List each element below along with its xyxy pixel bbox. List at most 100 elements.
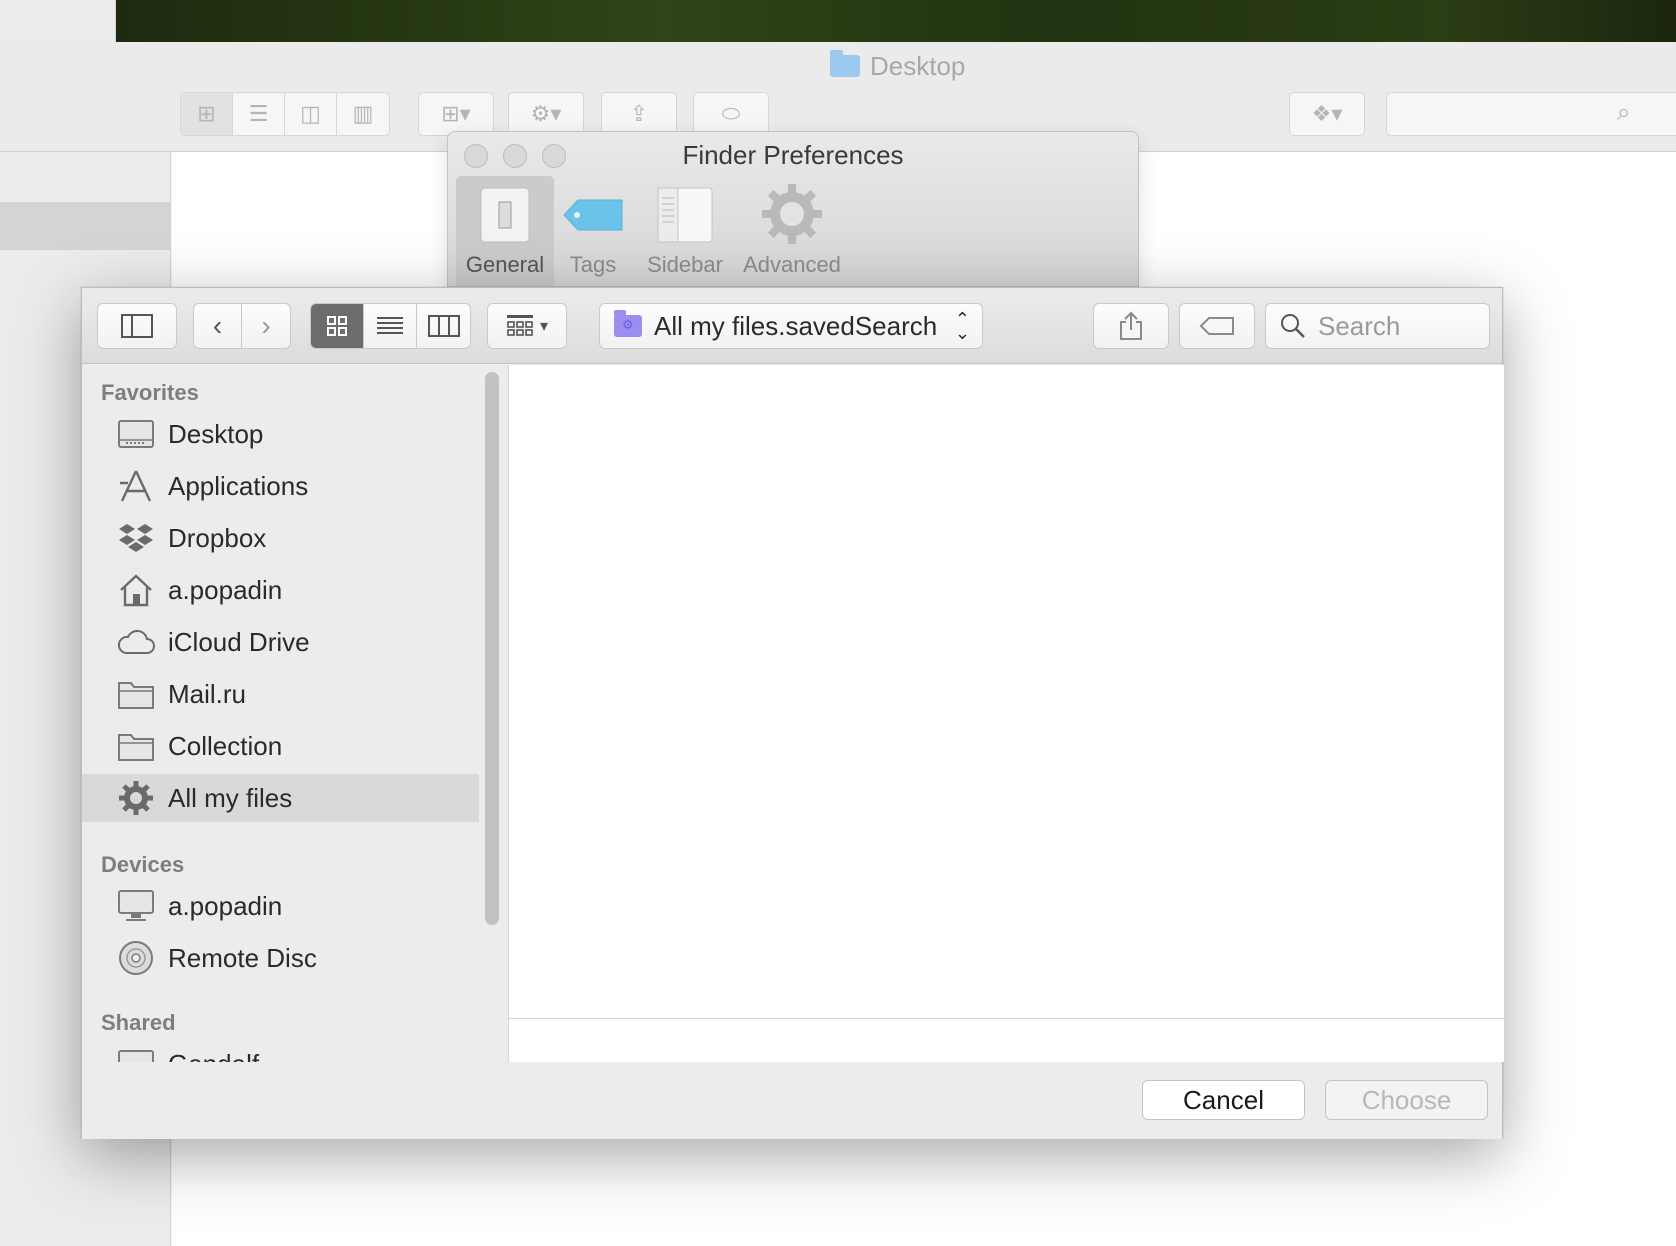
applications-icon: [117, 467, 155, 505]
sidebar-item-remote-disc[interactable]: Remote Disc: [82, 934, 479, 982]
dropbox-icon: ❖▾: [1311, 101, 1343, 126]
list-view-icon[interactable]: ☰: [233, 93, 285, 135]
choose-button[interactable]: Choose: [1325, 1080, 1488, 1120]
share-button[interactable]: [1093, 303, 1169, 349]
desktop-wallpaper: [116, 0, 1676, 42]
search-placeholder: Search: [1318, 310, 1401, 341]
sidebar-item-label: a.popadin: [168, 890, 283, 921]
sidebar-item-gandalf[interactable]: Gandalf: [82, 1040, 479, 1062]
chevron-left-icon: ‹: [212, 310, 223, 341]
general-icon: [480, 187, 530, 243]
desktop-icon: [117, 415, 155, 453]
arrange-button[interactable]: ▾: [487, 303, 567, 349]
gear-icon: [117, 779, 155, 817]
background-sidebar-selection: [0, 202, 170, 250]
chevron-down-icon: ▾: [539, 318, 549, 335]
sidebar-item-applications[interactable]: Applications: [82, 462, 479, 510]
background-window-title-text: Desktop: [870, 50, 966, 81]
sidebar-item-label: Remote Disc: [168, 942, 317, 973]
section-shared: Shared: [101, 1010, 176, 1035]
share-icon: [1120, 311, 1142, 340]
server-icon: [117, 1045, 155, 1062]
computer-icon: [117, 887, 155, 925]
up-down-arrows-icon: ⌃ ⌄: [954, 309, 970, 343]
cancel-button[interactable]: Cancel: [1142, 1080, 1305, 1120]
background-search-field[interactable]: ⌕: [1386, 92, 1676, 136]
path-popup[interactable]: All my files.savedSearch ⌃⌄: [599, 303, 983, 349]
column-view-button[interactable]: [417, 304, 470, 348]
share-icon: ⇪: [629, 101, 649, 126]
chevron-right-icon: ›: [261, 310, 271, 341]
dialog-sidebar: Favorites Desktop Applications Dropbox a…: [82, 365, 508, 1062]
tab-tags[interactable]: Tags: [554, 176, 632, 286]
icon-view-icon[interactable]: ⊞: [181, 93, 233, 135]
background-window-title: Desktop: [830, 48, 965, 84]
sidebar-item-label: Dropbox: [168, 522, 267, 553]
folder-icon: [117, 727, 155, 765]
sidebar-scrollbar[interactable]: [485, 372, 499, 925]
tag-icon: ⬭: [721, 101, 741, 126]
tab-sidebar[interactable]: Sidebar: [640, 176, 730, 286]
icon-view-icon: [327, 316, 347, 336]
sidebar-item-dropbox[interactable]: Dropbox: [82, 514, 479, 562]
path-popup-label: All my files.savedSearch: [654, 310, 938, 341]
tag-button[interactable]: [1179, 303, 1255, 349]
sidebar-toggle-button[interactable]: [97, 303, 177, 349]
column-view-icon[interactable]: ◫: [285, 93, 337, 135]
view-mode-switcher[interactable]: [310, 303, 471, 349]
sidebar-item-label: All my files: [168, 782, 293, 813]
background-view-switcher[interactable]: ⊞ ☰ ◫ ▥: [180, 92, 390, 136]
tab-general-label: General: [465, 252, 545, 277]
section-devices: Devices: [101, 852, 185, 877]
sidebar-item-label: Collection: [168, 730, 283, 761]
home-icon: [117, 571, 155, 609]
tag-icon: [563, 199, 623, 231]
sidebar-item-all-my-files[interactable]: All my files: [82, 774, 479, 822]
background-window-edge: [0, 0, 116, 42]
tag-icon: [1199, 317, 1234, 335]
finder-preferences-window: Finder Preferences General Tags Sidebar: [447, 131, 1139, 287]
folder-icon: [830, 50, 860, 77]
sidebar-toggle-icon: [121, 314, 153, 338]
tab-tags-label: Tags: [569, 252, 617, 277]
arrange-icon: ⊞▾: [441, 101, 471, 126]
sidebar-item-home[interactable]: a.popadin: [82, 566, 479, 614]
cover-flow-icon[interactable]: ▥: [337, 93, 389, 135]
gear-icon: ⚙▾: [530, 101, 562, 126]
folder-icon: [117, 675, 155, 713]
sidebar-item-label: Mail.ru: [168, 678, 247, 709]
dialog-footer: Cancel Choose: [82, 1062, 1502, 1139]
sidebar-item-mail-ru[interactable]: Mail.ru: [82, 670, 479, 718]
content-divider: [509, 1018, 1504, 1019]
tab-general[interactable]: General: [456, 176, 554, 286]
sidebar-item-icloud-drive[interactable]: iCloud Drive: [82, 618, 479, 666]
forward-button[interactable]: ›: [242, 304, 290, 348]
arrange-icon: [506, 315, 533, 336]
background-action-button[interactable]: ⚙▾: [508, 92, 584, 136]
section-favorites: Favorites: [101, 380, 199, 405]
navigation-buttons[interactable]: ‹ ›: [193, 303, 291, 349]
background-dropbox-button[interactable]: ❖▾: [1289, 92, 1365, 136]
sidebar-item-computer[interactable]: a.popadin: [82, 882, 479, 930]
sidebar-item-label: Gandalf: [168, 1049, 259, 1063]
background-tag-button[interactable]: ⬭: [693, 92, 769, 136]
tab-advanced-label: Advanced: [743, 252, 841, 277]
disc-icon: [117, 939, 155, 977]
sidebar-item-label: a.popadin: [168, 574, 283, 605]
sidebar-item-label: iCloud Drive: [168, 626, 310, 657]
tab-advanced[interactable]: Advanced: [738, 176, 846, 286]
list-view-button[interactable]: [364, 304, 417, 348]
file-browser-content[interactable]: [508, 365, 1504, 1062]
sidebar-item-desktop[interactable]: Desktop: [82, 410, 479, 458]
search-icon: [1281, 314, 1305, 338]
dialog-toolbar: ‹ › ▾ ⚙ All my files.savedSearch ⌃ ⌄ Sea…: [82, 288, 1502, 364]
background-arrange-button[interactable]: ⊞▾: [418, 92, 494, 136]
list-view-icon: [377, 317, 403, 334]
prefs-title: Finder Preferences: [682, 140, 904, 170]
icon-view-button[interactable]: [311, 304, 364, 348]
background-share-button[interactable]: ⇪: [601, 92, 677, 136]
smart-folder-icon: [614, 310, 642, 337]
search-field[interactable]: Search: [1265, 303, 1490, 349]
sidebar-item-collection[interactable]: Collection: [82, 722, 479, 770]
back-button[interactable]: ‹: [194, 304, 242, 348]
